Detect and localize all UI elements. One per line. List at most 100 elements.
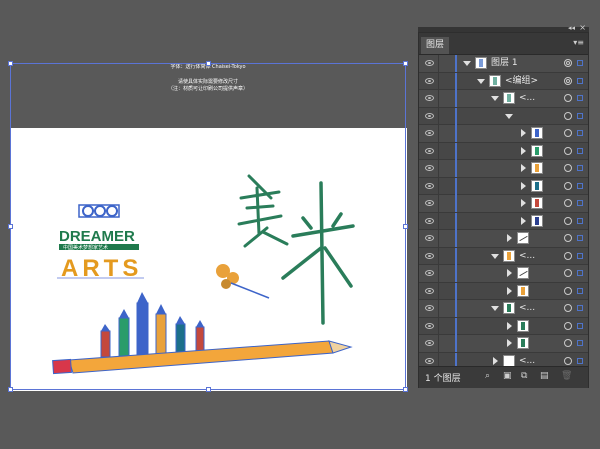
- lock-column[interactable]: [438, 317, 439, 335]
- target-circle-icon[interactable]: [564, 199, 572, 207]
- selection-square-icon[interactable]: [577, 217, 583, 224]
- layer-row[interactable]: [419, 195, 588, 213]
- layer-row[interactable]: [419, 107, 588, 125]
- expand-triangle-icon[interactable]: [521, 164, 526, 172]
- new-sublayer-icon[interactable]: ⧉: [521, 372, 527, 381]
- layer-row[interactable]: [419, 177, 588, 195]
- selection-square-icon[interactable]: [577, 235, 583, 241]
- selection-square-icon[interactable]: [577, 305, 583, 311]
- collapse-triangle-icon[interactable]: [491, 306, 499, 311]
- lock-column[interactable]: [438, 212, 439, 230]
- lock-column[interactable]: [438, 160, 439, 177]
- expand-triangle-icon[interactable]: [507, 321, 512, 330]
- lock-column[interactable]: [438, 125, 439, 142]
- resize-handle-top-right[interactable]: [403, 61, 408, 66]
- resize-handle-top-left[interactable]: [8, 61, 13, 66]
- expand-triangle-icon[interactable]: [521, 199, 526, 207]
- resize-handle-bottom[interactable]: [206, 387, 211, 392]
- selection-square-icon[interactable]: [577, 270, 583, 276]
- expand-triangle-icon[interactable]: [493, 356, 498, 365]
- visibility-eye-icon[interactable]: [425, 130, 434, 136]
- target-circle-icon[interactable]: [564, 59, 572, 67]
- lock-column[interactable]: [438, 265, 439, 282]
- layer-row[interactable]: [419, 160, 588, 178]
- layer-row[interactable]: [419, 125, 588, 143]
- panel-menu-icon[interactable]: ▾≡: [573, 38, 584, 47]
- visibility-eye-icon[interactable]: [425, 182, 434, 189]
- visibility-eye-icon[interactable]: [425, 270, 434, 276]
- expand-triangle-icon[interactable]: [507, 269, 512, 277]
- layer-row[interactable]: <...: [419, 247, 588, 265]
- target-circle-icon[interactable]: [564, 164, 572, 172]
- selection-square-icon[interactable]: [577, 60, 583, 66]
- target-circle-icon[interactable]: [564, 339, 572, 347]
- resize-handle-bottom-left[interactable]: [8, 387, 13, 392]
- lock-column[interactable]: [438, 247, 439, 265]
- visibility-eye-icon[interactable]: [425, 112, 434, 119]
- close-panel-icon[interactable]: ×: [579, 23, 586, 32]
- expand-triangle-icon[interactable]: [521, 216, 526, 225]
- collapse-triangle-icon[interactable]: [505, 113, 513, 119]
- collapse-triangle-icon[interactable]: [477, 78, 485, 84]
- lock-column[interactable]: [438, 142, 439, 160]
- tab-layers[interactable]: 图层: [421, 37, 449, 54]
- lock-column[interactable]: [438, 230, 439, 247]
- visibility-eye-icon[interactable]: [425, 95, 434, 101]
- layer-row[interactable]: [419, 317, 588, 335]
- selection-square-icon[interactable]: [577, 95, 583, 101]
- layer-row[interactable]: [419, 265, 588, 283]
- selection-square-icon[interactable]: [577, 340, 583, 346]
- make-clipping-mask-icon[interactable]: ▣: [503, 372, 512, 381]
- expand-triangle-icon[interactable]: [521, 181, 526, 190]
- target-circle-icon[interactable]: [564, 251, 572, 260]
- selection-square-icon[interactable]: [577, 77, 583, 84]
- layer-row[interactable]: [419, 230, 588, 248]
- target-circle-icon[interactable]: [564, 181, 572, 190]
- target-circle-icon[interactable]: [564, 356, 572, 365]
- target-circle-icon[interactable]: [564, 304, 572, 312]
- search-icon[interactable]: ⌕: [485, 372, 490, 381]
- target-circle-icon[interactable]: [564, 269, 572, 277]
- target-circle-icon[interactable]: [564, 146, 572, 155]
- visibility-eye-icon[interactable]: [425, 147, 434, 154]
- resize-handle-right[interactable]: [403, 224, 408, 229]
- visibility-eye-icon[interactable]: [425, 322, 434, 329]
- layer-row[interactable]: [419, 335, 588, 353]
- collapse-triangle-icon[interactable]: [491, 96, 499, 101]
- visibility-eye-icon[interactable]: [425, 217, 434, 224]
- resize-handle-left[interactable]: [8, 224, 13, 229]
- selection-square-icon[interactable]: [577, 112, 583, 119]
- delete-icon[interactable]: 🗑: [561, 372, 572, 381]
- expand-triangle-icon[interactable]: [507, 339, 512, 347]
- visibility-eye-icon[interactable]: [425, 287, 434, 294]
- visibility-eye-icon[interactable]: [425, 200, 434, 206]
- collapse-triangle-icon[interactable]: [463, 61, 471, 66]
- lock-column[interactable]: [438, 107, 439, 125]
- layer-row[interactable]: <...: [419, 90, 588, 108]
- expand-triangle-icon[interactable]: [507, 286, 512, 295]
- collapse-panel-icon[interactable]: ◂◂: [568, 24, 575, 32]
- target-circle-icon[interactable]: [564, 286, 572, 295]
- target-circle-icon[interactable]: [564, 76, 572, 85]
- lock-column[interactable]: [438, 335, 439, 352]
- visibility-eye-icon[interactable]: [425, 235, 434, 241]
- lock-column[interactable]: [438, 177, 439, 195]
- visibility-eye-icon[interactable]: [425, 305, 434, 311]
- selection-square-icon[interactable]: [577, 165, 583, 171]
- visibility-eye-icon[interactable]: [425, 252, 434, 259]
- lock-column[interactable]: [438, 300, 439, 317]
- expand-triangle-icon[interactable]: [521, 129, 526, 137]
- target-circle-icon[interactable]: [564, 111, 572, 120]
- lock-column[interactable]: [438, 90, 439, 107]
- visibility-eye-icon[interactable]: [425, 165, 434, 171]
- expand-triangle-icon[interactable]: [507, 234, 512, 242]
- resize-handle-top[interactable]: [206, 61, 211, 66]
- target-circle-icon[interactable]: [564, 129, 572, 137]
- target-circle-icon[interactable]: [564, 234, 572, 242]
- target-circle-icon[interactable]: [564, 94, 572, 102]
- selection-square-icon[interactable]: [577, 287, 583, 294]
- selection-square-icon[interactable]: [577, 252, 583, 259]
- collapse-triangle-icon[interactable]: [491, 253, 499, 259]
- layer-row[interactable]: [419, 212, 588, 230]
- layer-row[interactable]: <...: [419, 300, 588, 318]
